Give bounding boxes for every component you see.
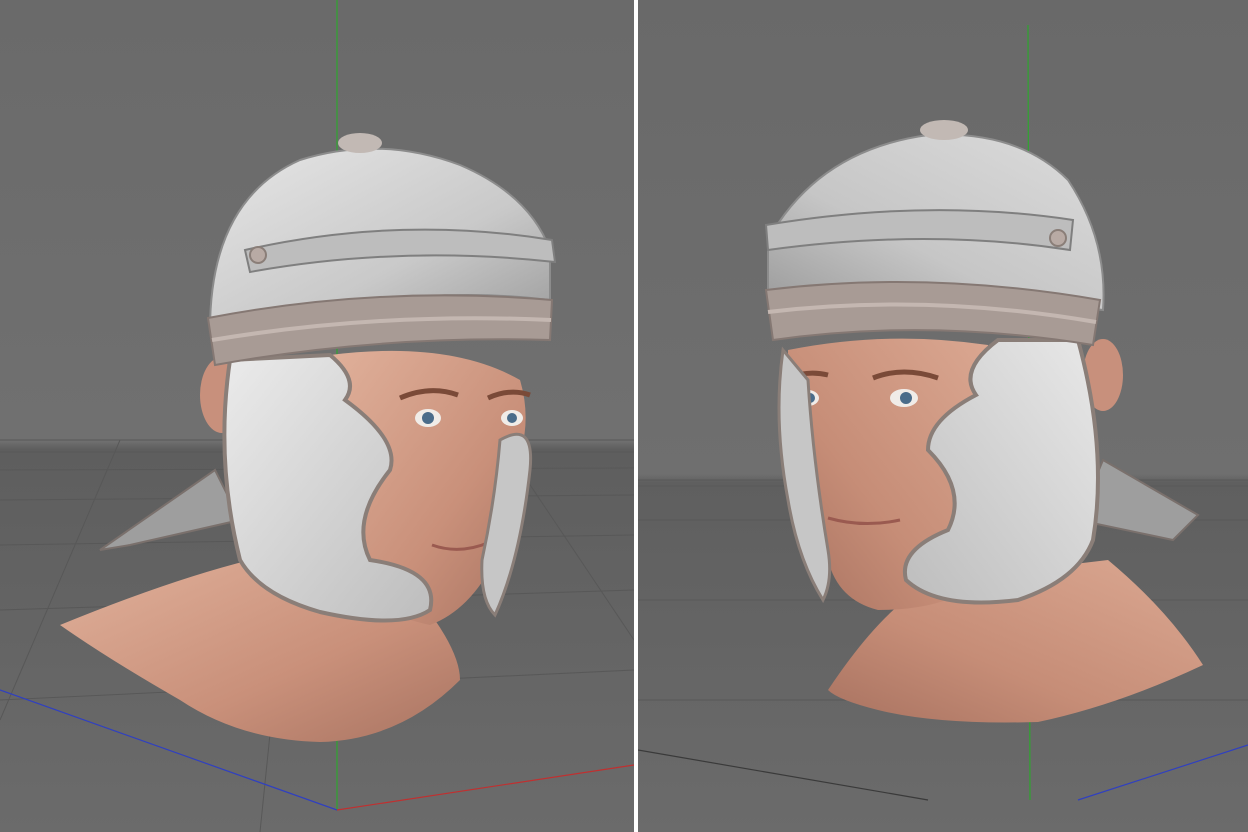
app-window [0,0,1248,832]
left-iris [422,412,434,424]
right-iris [900,392,912,404]
viewport-left[interactable] [0,0,634,832]
helmet-rivet [1049,229,1067,247]
viewport-right[interactable] [638,0,1248,832]
helmet-knob [920,120,968,140]
viewport-right-canvas[interactable] [638,0,1248,832]
helmet-knob [338,133,382,153]
right-iris [507,413,517,423]
helmet-rivet [249,246,267,264]
viewport-left-canvas[interactable] [0,0,634,832]
